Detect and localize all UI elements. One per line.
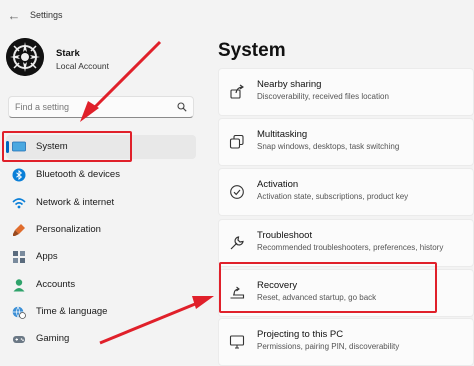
highlight-box-system bbox=[2, 131, 132, 162]
share-icon bbox=[230, 84, 244, 99]
sidebar-item-time-language[interactable]: Time & language bbox=[6, 300, 196, 324]
card-title: Projecting to this PC bbox=[257, 329, 344, 340]
card-subtitle: Permissions, pairing PIN, discoverabilit… bbox=[257, 342, 400, 351]
card-title: Activation bbox=[257, 179, 299, 190]
sidebar-item-label: Network & internet bbox=[36, 197, 115, 208]
sidebar-item-gaming[interactable]: Gaming bbox=[6, 327, 196, 351]
title-bar: ← Settings bbox=[0, 0, 474, 32]
avatar bbox=[6, 38, 44, 76]
check-circle-icon bbox=[230, 185, 244, 199]
sidebar-item-bluetooth[interactable]: Bluetooth & devices bbox=[6, 163, 196, 187]
setting-card-troubleshoot[interactable]: Troubleshoot Recommended troubleshooters… bbox=[218, 219, 474, 267]
sidebar-item-label: Personalization bbox=[36, 224, 101, 235]
card-subtitle: Discoverability, received files location bbox=[257, 92, 389, 101]
setting-card-activation[interactable]: Activation Activation state, subscriptio… bbox=[218, 168, 474, 216]
user-name: Stark bbox=[56, 48, 80, 59]
card-title: Multitasking bbox=[257, 129, 308, 140]
wrench-icon bbox=[230, 236, 244, 250]
sidebar-item-label: Time & language bbox=[36, 306, 108, 317]
search-input[interactable] bbox=[15, 100, 175, 114]
search-box[interactable] bbox=[8, 96, 194, 118]
projector-icon bbox=[229, 335, 245, 349]
card-subtitle: Activation state, subscriptions, product… bbox=[257, 192, 409, 201]
card-title: Troubleshoot bbox=[257, 230, 313, 241]
page-title: System bbox=[218, 40, 286, 61]
apps-icon bbox=[13, 251, 25, 263]
sidebar-item-apps[interactable]: Apps bbox=[6, 245, 196, 269]
sidebar-item-accounts[interactable]: Accounts bbox=[6, 273, 196, 297]
sidebar-item-label: Apps bbox=[36, 251, 58, 262]
globe-clock-icon bbox=[12, 306, 26, 319]
account-type: Local Account bbox=[56, 61, 109, 71]
sidebar-item-label: Gaming bbox=[36, 333, 70, 344]
search-icon[interactable] bbox=[177, 102, 187, 112]
bluetooth-icon bbox=[12, 168, 26, 182]
sidebar-item-label: Accounts bbox=[36, 279, 76, 290]
window-title: Settings bbox=[30, 10, 63, 20]
person-icon bbox=[13, 279, 25, 292]
wifi-icon bbox=[12, 198, 26, 209]
highlight-box-recovery bbox=[219, 262, 437, 313]
setting-card-projecting[interactable]: Projecting to this PC Permissions, pairi… bbox=[218, 318, 474, 366]
multitask-icon bbox=[229, 134, 244, 149]
back-arrow-icon[interactable]: ← bbox=[6, 8, 22, 24]
card-title: Nearby sharing bbox=[257, 79, 322, 90]
sidebar-item-network[interactable]: Network & internet bbox=[6, 191, 196, 215]
sidebar-item-label: Bluetooth & devices bbox=[36, 169, 120, 180]
card-subtitle: Snap windows, desktops, task switching bbox=[257, 142, 400, 151]
setting-card-nearby-sharing[interactable]: Nearby sharing Discoverability, received… bbox=[218, 68, 474, 116]
card-subtitle: Recommended troubleshooters, preferences… bbox=[257, 243, 444, 252]
sidebar-item-personalization[interactable]: Personalization bbox=[6, 218, 196, 242]
gamepad-icon bbox=[13, 336, 25, 343]
setting-card-multitasking[interactable]: Multitasking Snap windows, desktops, tas… bbox=[218, 118, 474, 166]
brush-icon bbox=[13, 224, 25, 236]
